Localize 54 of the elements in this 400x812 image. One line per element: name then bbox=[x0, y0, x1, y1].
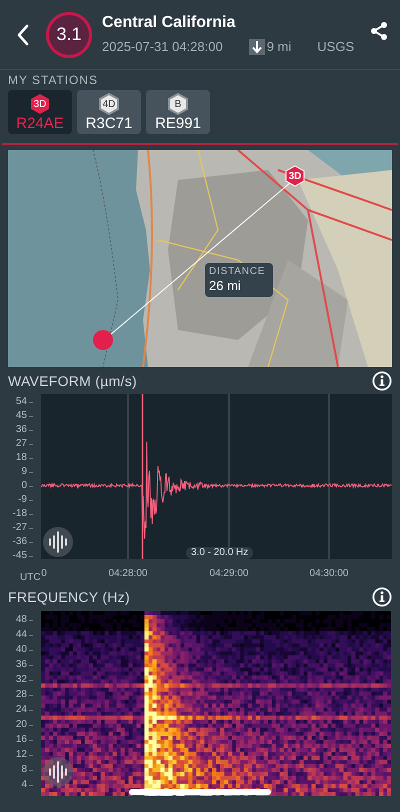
axis-tick-label: 28 bbox=[16, 689, 27, 701]
axis-tick-label: 48 bbox=[16, 614, 27, 626]
distance-value: 26 mi bbox=[209, 278, 242, 294]
distance-label: DISTANCE bbox=[209, 266, 266, 278]
station-type-label: B bbox=[167, 93, 189, 115]
axis-tick-label: -9 bbox=[18, 494, 27, 506]
chart-title: WAVEFORM (µm/s) bbox=[8, 372, 137, 391]
axis-tick-label: 45 bbox=[16, 410, 27, 422]
info-icon[interactable] bbox=[372, 587, 392, 607]
axis-tick-label: -27 bbox=[12, 522, 27, 534]
event-depth: 9 mi bbox=[266, 38, 292, 56]
axis-tick-label: 04:28:00 bbox=[108, 567, 148, 581]
chart-title: FREQUENCY (Hz) bbox=[8, 588, 130, 607]
event-source: USGS bbox=[317, 38, 354, 56]
axis-tick-label: -36 bbox=[12, 536, 27, 548]
station-tab[interactable]: 4D R3C71 bbox=[77, 90, 141, 134]
depth-icon bbox=[248, 38, 265, 54]
axis-tick-label: 8 bbox=[21, 764, 27, 776]
axis-tick-label: 36 bbox=[16, 659, 27, 671]
axis-tick-label: 27 bbox=[16, 438, 27, 450]
sound-wave-icon[interactable] bbox=[43, 527, 73, 557]
axis-tick-label: 9 bbox=[21, 466, 27, 478]
axis-tick-label: -18 bbox=[12, 508, 27, 520]
station-tab[interactable]: 3D R24AE bbox=[8, 90, 72, 134]
axis-label: UTC bbox=[20, 571, 41, 585]
axis-tick-label: 0 bbox=[41, 567, 47, 581]
axis-tick-label: 04:29:00 bbox=[210, 567, 248, 581]
station-marker: 3D bbox=[284, 165, 306, 187]
event-title: Central California bbox=[102, 12, 236, 33]
magnitude-badge: 3.1 bbox=[46, 12, 92, 58]
info-icon[interactable] bbox=[372, 371, 392, 391]
axis-tick-label: 40 bbox=[16, 644, 27, 656]
axis-tick-label: 32 bbox=[16, 674, 27, 686]
station-type-label: 3D bbox=[29, 93, 51, 115]
station-type-label: 4D bbox=[98, 93, 120, 115]
filter-label: 3.0 - 20.0 Hz bbox=[186, 547, 254, 559]
section-label: MY STATIONS bbox=[8, 72, 99, 88]
axis-tick-label: 12 bbox=[16, 749, 27, 761]
axis-tick-label: 0 bbox=[21, 480, 27, 492]
share-icon[interactable] bbox=[370, 20, 388, 40]
axis-tick-label: 36 bbox=[16, 424, 27, 436]
axis-tick-label: 16 bbox=[16, 734, 27, 746]
axis-tick-label: 18 bbox=[16, 452, 27, 464]
axis-tick-label: -45 bbox=[12, 550, 27, 562]
axis-tick-label: 54 bbox=[16, 396, 27, 408]
axis-tick-label: 20 bbox=[16, 719, 27, 731]
axis-tick-label: 24 bbox=[16, 704, 27, 716]
event-datetime: 2025-07-31 04:28:00 bbox=[102, 38, 223, 56]
axis-tick-label: 4 bbox=[21, 779, 27, 791]
axis-tick-label: 04:30:00 bbox=[310, 567, 348, 581]
back-icon[interactable] bbox=[16, 24, 30, 46]
axis-tick-label: 44 bbox=[16, 629, 27, 641]
sound-wave-icon[interactable] bbox=[43, 757, 73, 787]
station-tab[interactable]: B RE991 bbox=[146, 90, 210, 134]
